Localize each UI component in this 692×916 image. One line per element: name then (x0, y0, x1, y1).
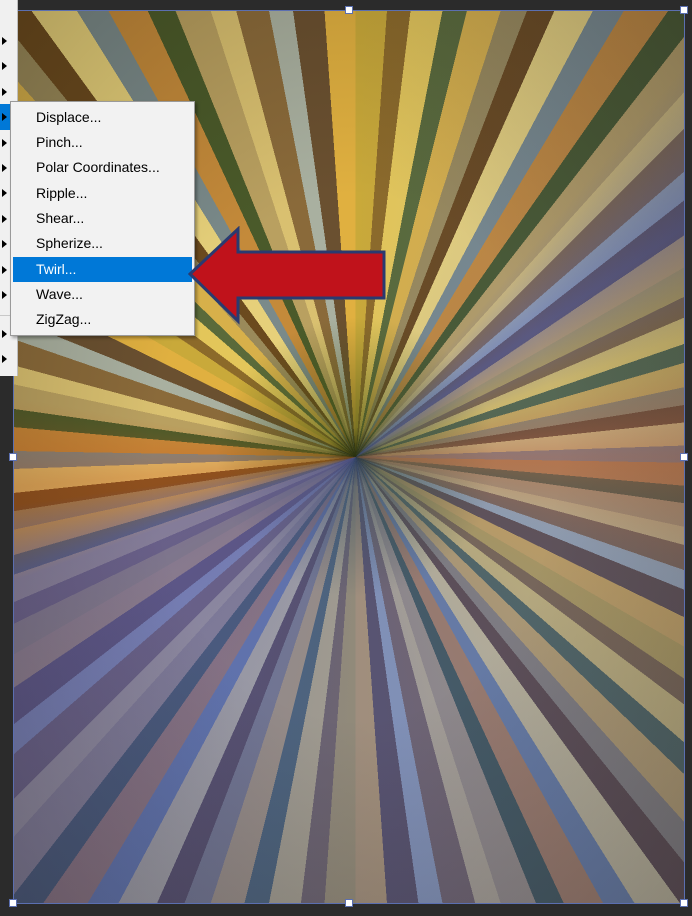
handle-middle-right[interactable] (680, 453, 688, 461)
red-arrow-icon (188, 226, 386, 325)
menu-item-wave[interactable]: Wave... (13, 282, 192, 307)
distort-submenu: Displace... Pinch... Polar Coordinates..… (10, 101, 195, 336)
menu-item-polar-coordinates[interactable]: Polar Coordinates... (13, 155, 192, 180)
handle-middle-left[interactable] (9, 453, 17, 461)
submenu-arrow-icon (2, 113, 7, 121)
handle-bottom-left[interactable] (9, 899, 17, 907)
submenu-arrow-icon (2, 240, 7, 248)
submenu-arrow-icon (2, 62, 7, 70)
submenu-arrow-icon (2, 37, 7, 45)
menu-item-pinch[interactable]: Pinch... (13, 130, 192, 155)
handle-bottom-middle[interactable] (345, 899, 353, 907)
menu-item-shear[interactable]: Shear... (13, 206, 192, 231)
submenu-arrow-icon (2, 291, 7, 299)
handle-top-middle[interactable] (345, 6, 353, 14)
handle-top-right[interactable] (680, 6, 688, 14)
submenu-arrow-icon (2, 215, 7, 223)
submenu-arrow-icon (2, 164, 7, 172)
submenu-arrow-icon (2, 88, 7, 96)
submenu-arrow-icon (2, 330, 7, 338)
handle-bottom-right[interactable] (680, 899, 688, 907)
menu-item-twirl[interactable]: Twirl... (13, 257, 192, 282)
submenu-arrow-icon (2, 266, 7, 274)
menu-item-displace[interactable]: Displace... (13, 105, 192, 130)
submenu-arrow-icon (2, 139, 7, 147)
menu-item-ripple[interactable]: Ripple... (13, 181, 192, 206)
menu-item-zigzag[interactable]: ZigZag... (13, 307, 192, 332)
menu-item-spherize[interactable]: Spherize... (13, 231, 192, 256)
submenu-arrow-icon (2, 355, 7, 363)
submenu-arrow-icon (2, 189, 7, 197)
